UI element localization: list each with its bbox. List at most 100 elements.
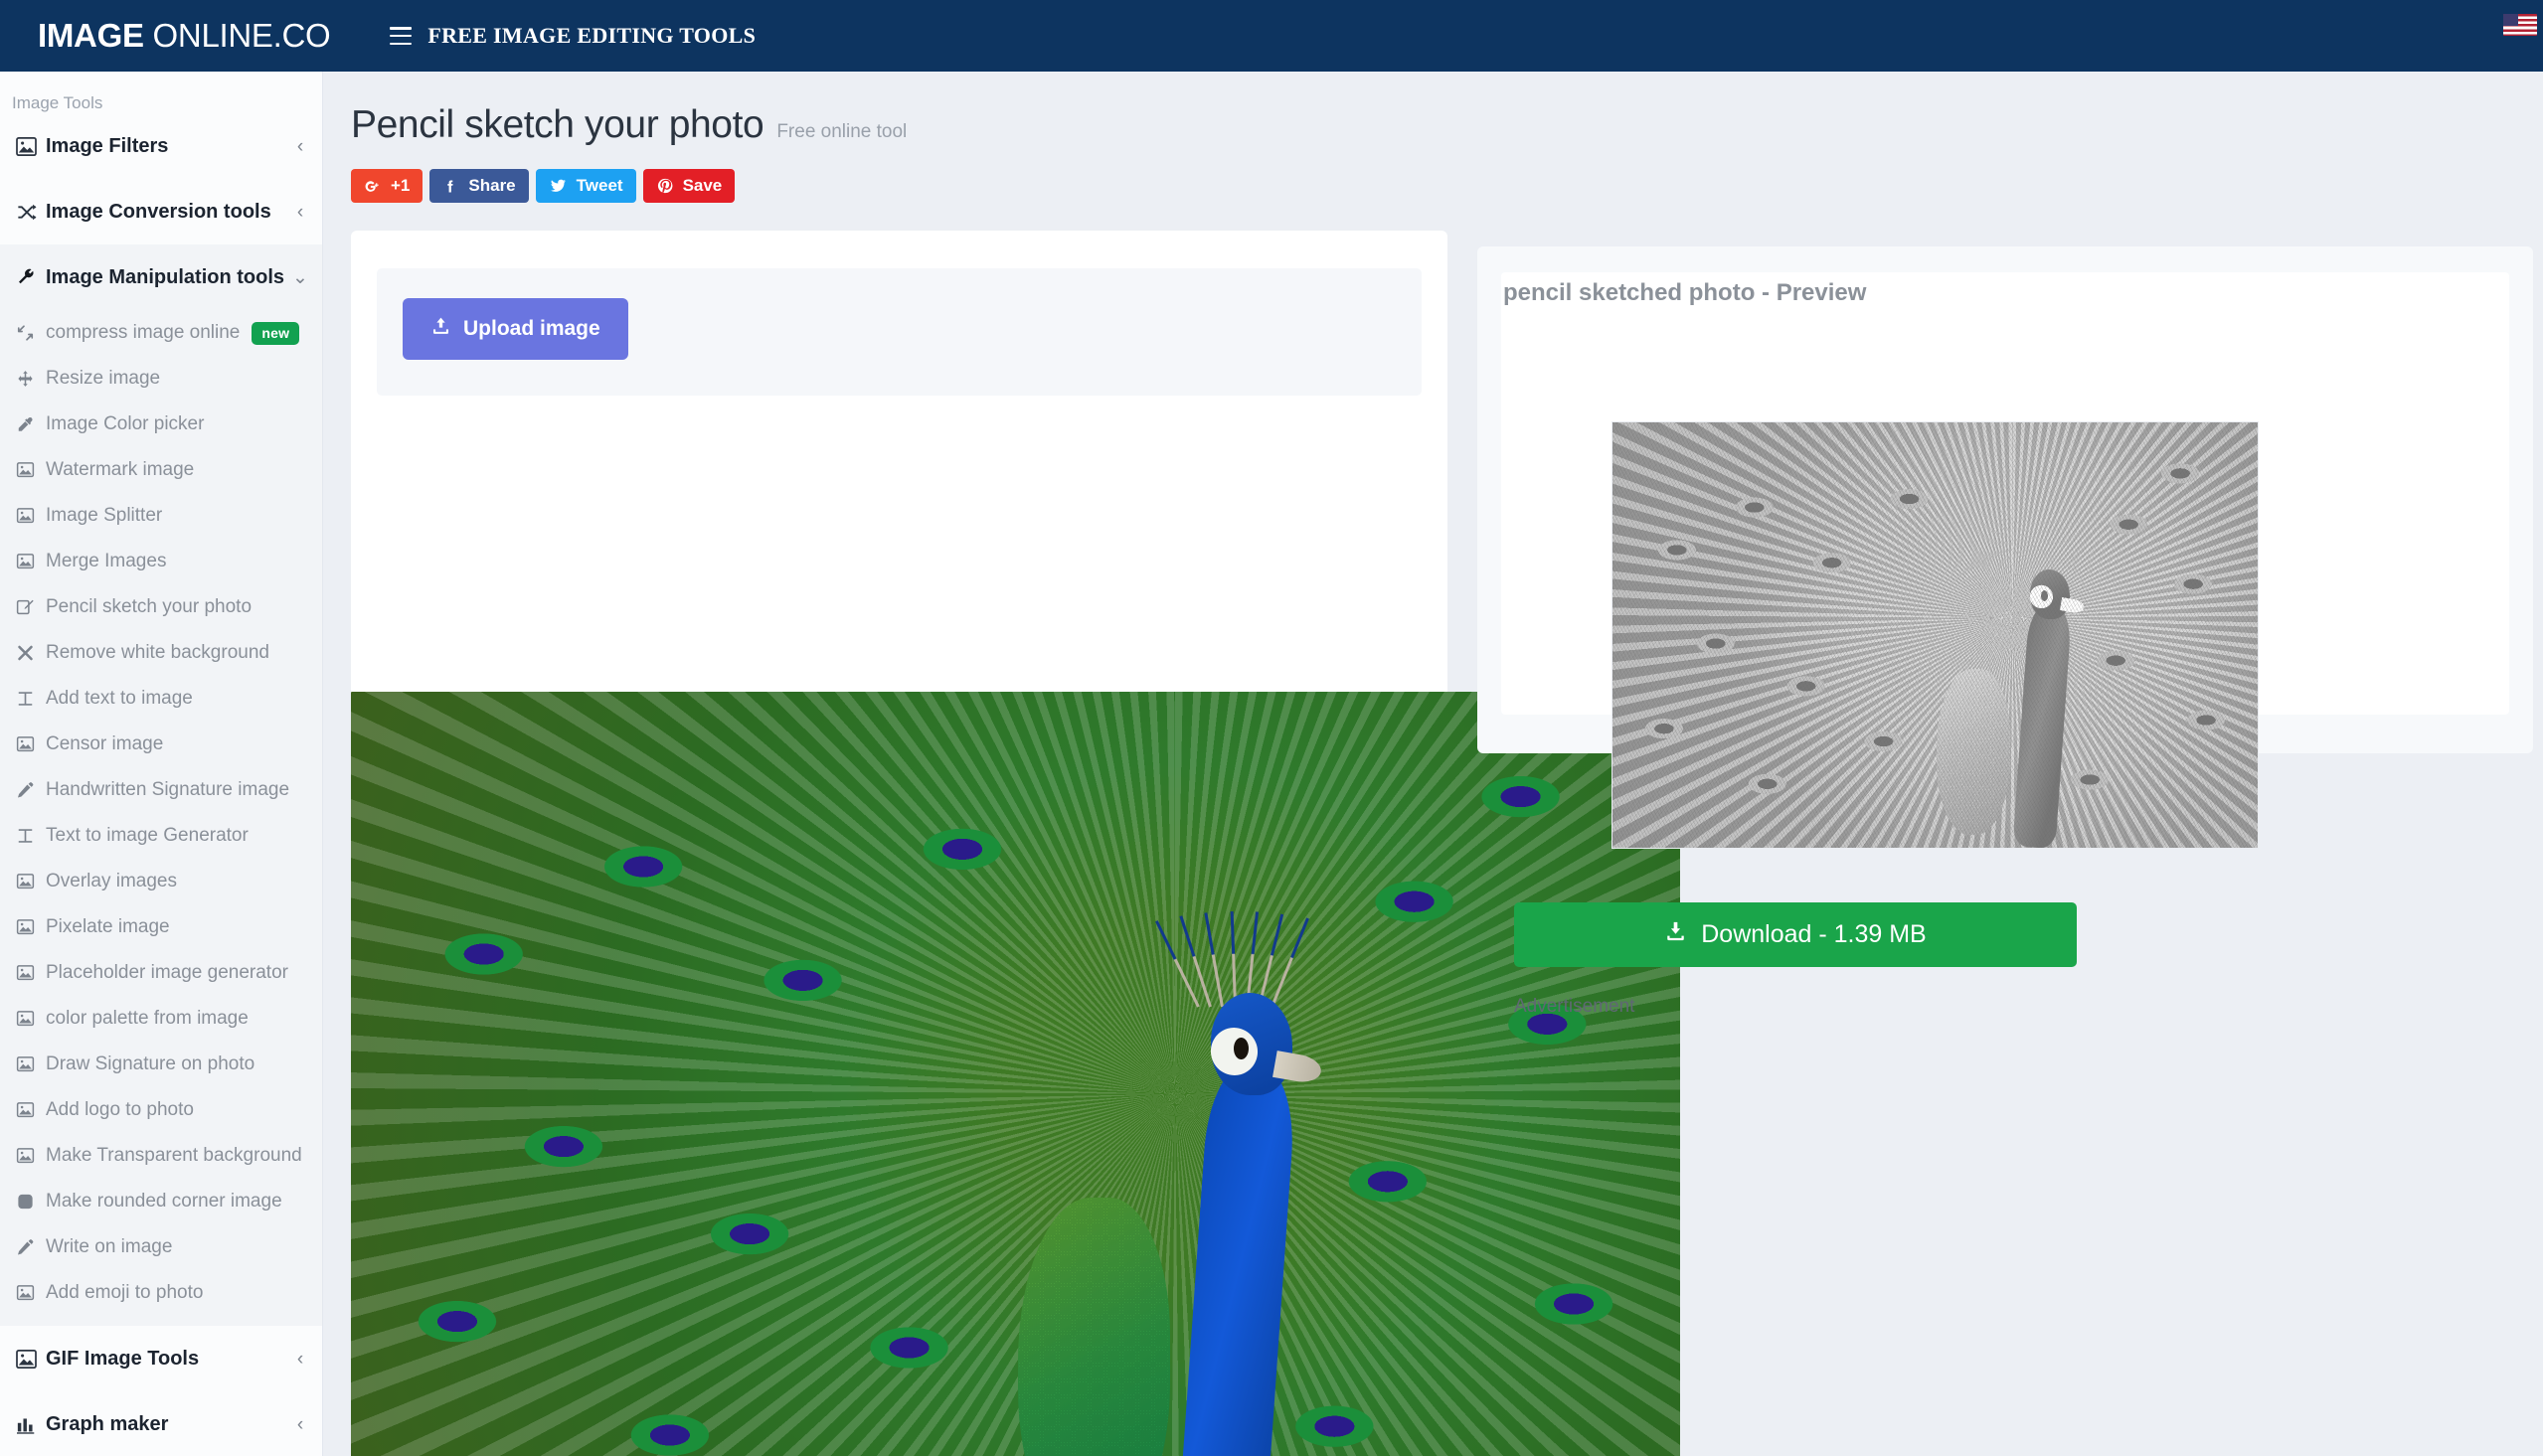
wrench-icon <box>16 267 46 287</box>
download-button[interactable]: Download - 1.39 MB <box>1514 902 2077 967</box>
image-icon <box>16 735 46 753</box>
sidebar-item-draw-signature-on-photo[interactable]: Draw Signature on photo <box>0 1042 322 1087</box>
image-icon <box>16 507 46 525</box>
sidebar-group-label: Graph maker <box>46 1412 169 1435</box>
sidebar-item-label: Image Color picker <box>46 413 205 434</box>
google-plus-icon <box>364 178 382 195</box>
nav-menu-toggle[interactable]: FREE IMAGE EDITING TOOLS <box>390 23 756 49</box>
page-subtitle: Free online tool <box>776 121 908 142</box>
peacock-neck <box>1175 1058 1298 1456</box>
pencil-icon <box>16 781 46 799</box>
sidebar-item-write-on-image[interactable]: Write on image <box>0 1224 322 1270</box>
chevron-left-icon[interactable]: ‹ <box>292 203 308 222</box>
sidebar-item-color-palette-from-image[interactable]: color palette from image <box>0 996 322 1042</box>
preview-card: pencil sketched photo - Preview Download… <box>1477 246 2533 1017</box>
chevron-left-icon[interactable]: ‹ <box>292 1350 308 1369</box>
sidebar-item-label: Draw Signature on photo <box>46 1053 255 1074</box>
compress-icon <box>16 324 46 342</box>
sidebar-item-watermark-image[interactable]: Watermark image <box>0 447 322 493</box>
pinterest-icon <box>656 177 674 195</box>
sidebar-item-handwritten-signature-image[interactable]: Handwritten Signature image <box>0 767 322 813</box>
sidebar-group-image-conversion[interactable]: Image Conversion tools ‹ <box>0 179 322 244</box>
sidebar-item-pixelate-image[interactable]: Pixelate image <box>0 904 322 950</box>
text-icon <box>16 690 46 708</box>
twitter-icon <box>549 177 568 195</box>
pencil-icon <box>16 1238 46 1256</box>
sidebar-item-add-text-to-image[interactable]: Add text to image <box>0 676 322 722</box>
sidebar-group-image-manipulation[interactable]: Image Manipulation tools ⌄ <box>0 244 322 310</box>
sidebar-item-label: Make rounded corner image <box>46 1191 282 1212</box>
sidebar-item-resize-image[interactable]: Resize image <box>0 356 322 402</box>
sidebar-item-compress-image-online[interactable]: compress image online new <box>0 310 322 356</box>
sidebar-group-image-filters[interactable]: Image Filters ‹ <box>0 113 322 179</box>
chevron-down-icon[interactable]: ⌄ <box>292 268 308 287</box>
sidebar-item-label: Censor image <box>46 733 164 754</box>
chevron-left-icon[interactable]: ‹ <box>292 1415 308 1434</box>
sidebar-item-label: Watermark image <box>46 459 195 480</box>
peacock-crest <box>1154 911 1309 1008</box>
sidebar-item-text-to-image-generator[interactable]: Text to image Generator <box>0 813 322 859</box>
share-button-label: Tweet <box>576 176 623 195</box>
image-icon <box>16 1284 46 1302</box>
bar-chart-icon <box>16 1415 46 1434</box>
sidebar-item-add-logo-to-photo[interactable]: Add logo to photo <box>0 1087 322 1133</box>
share-button-twitter[interactable]: Tweet <box>535 169 636 203</box>
share-button-label: Share <box>468 176 516 195</box>
sidebar-group-graph-maker[interactable]: Graph maker ‹ <box>0 1391 322 1456</box>
sidebar-item-merge-images[interactable]: Merge Images <box>0 539 322 584</box>
site-logo[interactable]: IMAGE ONLINE.CO <box>38 17 331 55</box>
sidebar-item-label: Placeholder image generator <box>46 962 288 983</box>
hamburger-menu-icon[interactable] <box>390 27 413 45</box>
image-icon <box>16 1101 46 1119</box>
preview-image <box>1611 421 2259 849</box>
sidebar-item-pencil-sketch-your-photo[interactable]: Pencil sketch your photo <box>0 584 322 630</box>
logo-bold-text: IMAGE <box>38 17 144 54</box>
sidebar-item-label: Remove white background <box>46 642 269 663</box>
chevron-left-icon[interactable]: ‹ <box>292 137 308 156</box>
peacock-photo-artwork <box>351 692 1680 1456</box>
sidebar-item-label: Write on image <box>46 1236 173 1257</box>
eyedropper-icon <box>16 415 46 433</box>
sidebar-group-label: GIF Image Tools <box>46 1347 200 1370</box>
sidebar-item-add-emoji-to-photo[interactable]: Add emoji to photo <box>0 1270 322 1316</box>
main-content: Pencil sketch your photo Free online too… <box>324 72 2543 1456</box>
sidebar-submenu-manipulation: compress image online new Resize image Imag… <box>0 310 322 1326</box>
sidebar-item-censor-image[interactable]: Censor image <box>0 722 322 767</box>
upload-dropzone[interactable]: Upload image <box>377 268 1422 396</box>
source-image <box>351 692 1680 1456</box>
download-button-label: Download - 1.39 MB <box>1701 920 1927 948</box>
text-icon <box>16 827 46 845</box>
sidebar-item-overlay-images[interactable]: Overlay images <box>0 859 322 904</box>
upload-icon <box>430 316 451 342</box>
image-icon <box>16 553 46 570</box>
sidebar-item-make-transparent-background[interactable]: Make Transparent background <box>0 1133 322 1179</box>
sidebar-item-make-rounded-corner-image[interactable]: Make rounded corner image <box>0 1179 322 1224</box>
share-button-pinterest[interactable]: Save <box>642 169 736 203</box>
sidebar-item-label: color palette from image <box>46 1008 249 1029</box>
upload-button-label: Upload image <box>463 317 600 340</box>
top-navigation-bar: IMAGE ONLINE.CO FREE IMAGE EDITING TOOLS <box>0 0 2543 72</box>
sidebar-item-label: Make Transparent background <box>46 1145 302 1166</box>
share-button-facebook[interactable]: Share <box>429 169 529 203</box>
sidebar-item-placeholder-image-generator[interactable]: Placeholder image generator <box>0 950 322 996</box>
us-flag-icon[interactable] <box>2503 14 2537 36</box>
sidebar-item-label: Image Splitter <box>46 505 163 526</box>
image-icon <box>16 136 46 156</box>
nav-tagline: FREE IMAGE EDITING TOOLS <box>427 23 757 48</box>
upload-image-button[interactable]: Upload image <box>403 298 628 360</box>
sidebar-group-gif-tools[interactable]: GIF Image Tools ‹ <box>0 1326 322 1391</box>
advertisement-label: Advertisement <box>1514 996 1635 1017</box>
sidebar-item-remove-white-background[interactable]: Remove white background <box>0 630 322 676</box>
new-badge: new <box>252 321 300 345</box>
sidebar-item-label: Pixelate image <box>46 916 170 937</box>
image-icon <box>16 918 46 936</box>
sidebar-item-image-color-picker[interactable]: Image Color picker <box>0 402 322 447</box>
sidebar-item-label: Pencil sketch your photo <box>46 596 253 617</box>
sidebar-item-image-splitter[interactable]: Image Splitter <box>0 493 322 539</box>
page-header: Pencil sketch your photo Free online too… <box>324 72 2543 203</box>
sidebar-item-label: Overlay images <box>46 871 177 891</box>
sidebar-item-label: Handwritten Signature image <box>46 779 290 800</box>
share-button-google-plus[interactable]: +1 <box>351 169 424 203</box>
sidebar-item-label: Add text to image <box>46 688 193 709</box>
arrows-move-icon <box>16 370 46 388</box>
